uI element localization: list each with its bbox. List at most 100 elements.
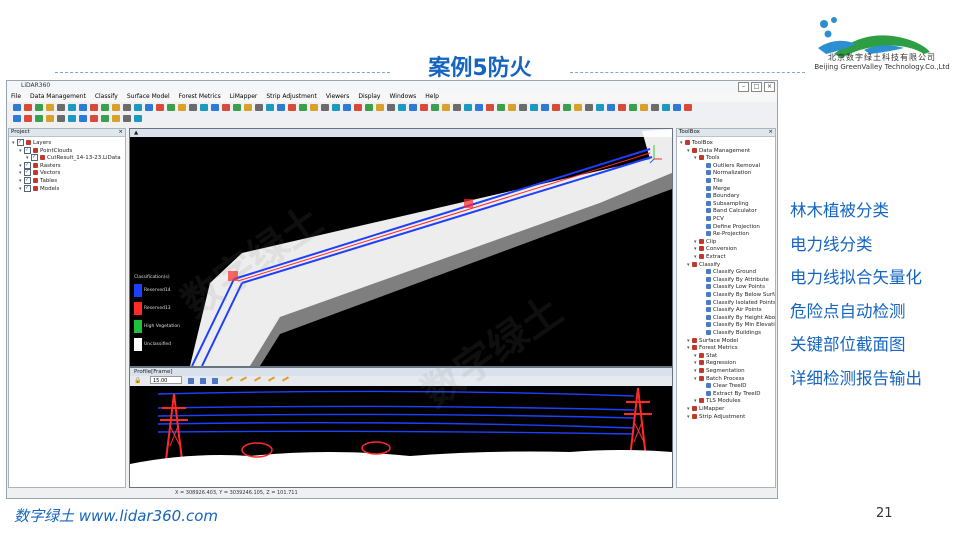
- toolbar-button-icon[interactable]: [387, 104, 395, 111]
- toolbar-button-icon[interactable]: [68, 115, 76, 122]
- toolbar-button-icon[interactable]: [365, 104, 373, 111]
- point-cloud-view[interactable]: ▲ Classification(s) Reserved14 Reserved1…: [129, 128, 673, 367]
- menu-file[interactable]: File: [7, 92, 26, 102]
- toolbar-button-icon[interactable]: [123, 104, 131, 111]
- zoom-out-icon[interactable]: [212, 378, 218, 384]
- tree-item[interactable]: ▾ Strip Adjustment: [687, 413, 745, 421]
- measure-icon[interactable]: [225, 376, 234, 382]
- toolbar-button-icon[interactable]: [57, 104, 65, 111]
- menu-display[interactable]: Display: [354, 92, 385, 102]
- toolbar-button-icon[interactable]: [90, 104, 98, 111]
- menu-classify[interactable]: Classify: [91, 92, 123, 102]
- layer-checkbox[interactable]: [24, 146, 31, 154]
- menu-forest-metrics[interactable]: Forest Metrics: [175, 92, 226, 102]
- toolbar-button-icon[interactable]: [46, 115, 54, 122]
- toolbar-button-icon[interactable]: [574, 104, 582, 111]
- menu-data-management[interactable]: Data Management: [26, 92, 91, 102]
- panel-close-icon[interactable]: ×: [118, 129, 123, 136]
- toolbar-button-icon[interactable]: [167, 104, 175, 111]
- menu-windows[interactable]: Windows: [385, 92, 421, 102]
- layer-checkbox[interactable]: [17, 138, 24, 146]
- toolbar-button-icon[interactable]: [618, 104, 626, 111]
- measure-icon[interactable]: [267, 376, 276, 382]
- close-button[interactable]: ×: [764, 82, 775, 92]
- measure-icon[interactable]: [253, 376, 262, 382]
- toolbar-button-icon[interactable]: [266, 104, 274, 111]
- toolbar-button-icon[interactable]: [79, 115, 87, 122]
- menu-strip-adjustment[interactable]: Strip Adjustment: [262, 92, 321, 102]
- toolbar-button-icon[interactable]: [464, 104, 472, 111]
- toolbar-button-icon[interactable]: [24, 115, 32, 122]
- toolbar-button-icon[interactable]: [442, 104, 450, 111]
- toolbar-button-icon[interactable]: [376, 104, 384, 111]
- toolbar-button-icon[interactable]: [123, 115, 131, 122]
- menu-help[interactable]: Help: [421, 92, 444, 102]
- toolbar-button-icon[interactable]: [354, 104, 362, 111]
- brush-icon[interactable]: [281, 376, 290, 382]
- toolbar-button-icon[interactable]: [310, 104, 318, 111]
- maximize-button[interactable]: □: [751, 82, 762, 92]
- toolbar-button-icon[interactable]: [585, 104, 593, 111]
- toolbar-button-icon[interactable]: [453, 104, 461, 111]
- toolbar-button-icon[interactable]: [222, 104, 230, 111]
- toolbar-button-icon[interactable]: [420, 104, 428, 111]
- toolbar-button-icon[interactable]: [255, 104, 263, 111]
- tool-icon[interactable]: [188, 378, 194, 384]
- menu-surface-model[interactable]: Surface Model: [123, 92, 175, 102]
- toolbar-button-icon[interactable]: [552, 104, 560, 111]
- toolbar-button-icon[interactable]: [189, 104, 197, 111]
- toolbar-button-icon[interactable]: [200, 104, 208, 111]
- toolbar-button-icon[interactable]: [178, 104, 186, 111]
- profile-view[interactable]: Profile[Frame] 🔒 15.00: [129, 367, 673, 488]
- toolbar-button-icon[interactable]: [343, 104, 351, 111]
- toolbar-button-icon[interactable]: [101, 115, 109, 122]
- toolbar-button-icon[interactable]: [486, 104, 494, 111]
- minimize-button[interactable]: –: [738, 82, 749, 92]
- toolbar-button-icon[interactable]: [101, 104, 109, 111]
- profile-canvas[interactable]: [130, 386, 672, 487]
- toolbar-button-icon[interactable]: [134, 104, 142, 111]
- toolbar-button-icon[interactable]: [519, 104, 527, 111]
- toolbar-button-icon[interactable]: [431, 104, 439, 111]
- toolbar-button-icon[interactable]: [398, 104, 406, 111]
- toolbar-button-icon[interactable]: [684, 104, 692, 111]
- toolbar-button-icon[interactable]: [596, 104, 604, 111]
- toolbar-button-icon[interactable]: [13, 115, 21, 122]
- layer-checkbox[interactable]: [31, 153, 38, 162]
- toolbar-button-icon[interactable]: [662, 104, 670, 111]
- tree-item[interactable]: ▾Models: [19, 184, 59, 193]
- toolbar-button-icon[interactable]: [134, 115, 142, 122]
- toolbar-button-icon[interactable]: [640, 104, 648, 111]
- toolbar-button-icon[interactable]: [112, 104, 120, 111]
- point-cloud-canvas[interactable]: [130, 129, 672, 366]
- layer-checkbox[interactable]: [24, 184, 31, 192]
- toolbar-button-icon[interactable]: [409, 104, 417, 111]
- toolbar-button-icon[interactable]: [607, 104, 615, 111]
- toolbar-button-icon[interactable]: [35, 115, 43, 122]
- toolbar-button-icon[interactable]: [211, 104, 219, 111]
- toolbar-button-icon[interactable]: [90, 115, 98, 122]
- toolbar-button-icon[interactable]: [673, 104, 681, 111]
- toolbar-button-icon[interactable]: [57, 115, 65, 122]
- zoom-icon[interactable]: [200, 378, 206, 384]
- menu-limapper[interactable]: LiMapper: [226, 92, 263, 102]
- profile-width-input[interactable]: 15.00: [150, 376, 182, 384]
- toolbar-button-icon[interactable]: [24, 104, 32, 111]
- measure-icon[interactable]: [239, 376, 248, 382]
- toolbar-button-icon[interactable]: [277, 104, 285, 111]
- lock-icon[interactable]: 🔒: [134, 377, 141, 384]
- panel-close-icon[interactable]: ×: [768, 129, 773, 136]
- toolbar-button-icon[interactable]: [563, 104, 571, 111]
- toolbar-button-icon[interactable]: [530, 104, 538, 111]
- toolbar-button-icon[interactable]: [332, 104, 340, 111]
- toolbar-button-icon[interactable]: [156, 104, 164, 111]
- toolbar-button-icon[interactable]: [299, 104, 307, 111]
- toolbar-button-icon[interactable]: [145, 104, 153, 111]
- toolbar-button-icon[interactable]: [68, 104, 76, 111]
- toolbar-button-icon[interactable]: [475, 104, 483, 111]
- toolbar-button-icon[interactable]: [233, 104, 241, 111]
- toolbar-button-icon[interactable]: [497, 104, 505, 111]
- toolbar-button-icon[interactable]: [112, 115, 120, 122]
- toolbar-button-icon[interactable]: [321, 104, 329, 111]
- toolbar-button-icon[interactable]: [244, 104, 252, 111]
